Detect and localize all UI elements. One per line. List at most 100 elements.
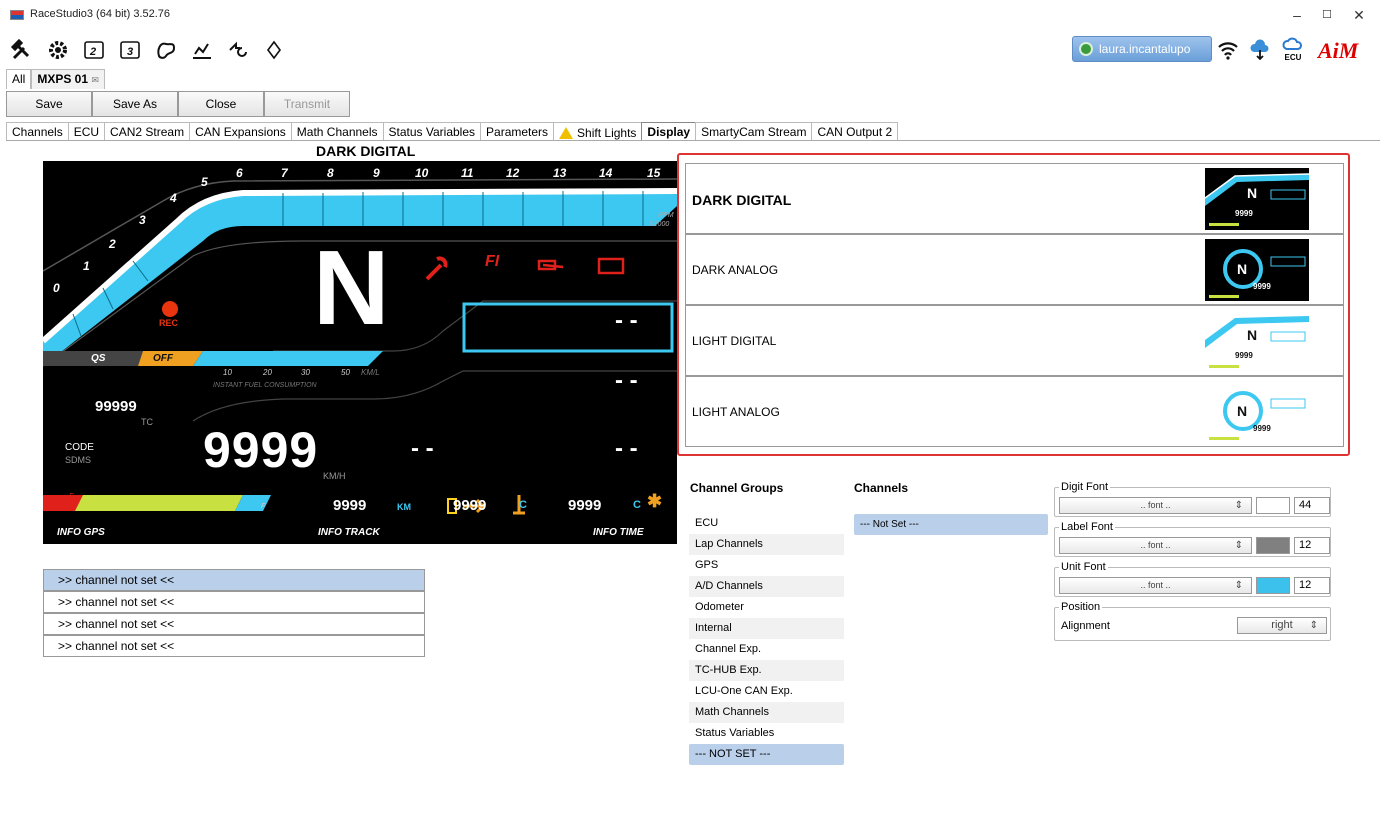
info-track: INFO TRACK <box>318 527 380 538</box>
placeholder-readout: - - <box>615 367 638 394</box>
code-label: CODE <box>65 442 94 453</box>
svg-text:9999: 9999 <box>1253 424 1271 433</box>
group-item[interactable]: Channel Exp. <box>689 639 844 660</box>
theme-light-digital[interactable]: LIGHT DIGITAL N 9999 <box>685 305 1344 376</box>
tab-can-output-2[interactable]: CAN Output 2 <box>811 122 899 140</box>
alignment-label: Alignment <box>1061 620 1110 632</box>
track-icon[interactable] <box>152 36 180 64</box>
user-name: laura.incantalupo <box>1099 42 1191 56</box>
unit-font-label: Unit Font <box>1059 561 1108 573</box>
maximize-button[interactable]: ☐ <box>1312 6 1342 24</box>
save-as-button[interactable]: Save As <box>92 91 178 117</box>
channel-slot[interactable]: >> channel not set << <box>43 591 425 613</box>
temp1-value: 9999 <box>453 497 487 514</box>
group-item[interactable]: A/D Channels <box>689 576 844 597</box>
transmit-button[interactable]: Transmit <box>264 91 350 117</box>
alignment-select[interactable]: right ⇕ <box>1237 617 1327 634</box>
close-button[interactable]: ✕ <box>1344 6 1374 24</box>
temp1-unit: C <box>519 499 527 511</box>
rec-label: REC <box>159 318 179 328</box>
rpm-tick: 3 <box>139 213 146 227</box>
channel-item[interactable]: --- Not Set --- <box>854 514 1048 535</box>
select-arrow-icon: ⇕ <box>1234 500 1243 511</box>
digit-font-label: Digit Font <box>1059 481 1111 493</box>
channels-header: Channels <box>854 481 909 495</box>
alignment-value: right <box>1271 619 1293 631</box>
aim-logo: AiM <box>1318 38 1359 63</box>
unit-font-size[interactable]: 12 <box>1294 577 1330 594</box>
device-3-icon[interactable]: 3 <box>116 36 144 64</box>
label-font-select[interactable]: .. font .. ⇕ <box>1059 537 1252 554</box>
tab-display[interactable]: Display <box>641 122 697 140</box>
rpm-tick: 5 <box>201 175 208 189</box>
theme-light-analog[interactable]: LIGHT ANALOG N 9999 <box>685 376 1344 447</box>
group-item[interactable]: --- NOT SET --- <box>689 744 844 765</box>
digit-font-group: Digit Font .. font .. ⇕ 44 <box>1054 481 1331 517</box>
tab-can-expansions[interactable]: CAN Expansions <box>189 122 292 140</box>
tab-math-channels[interactable]: Math Channels <box>290 122 384 140</box>
rpm-multiplier: X1000 <box>649 221 670 228</box>
fuel-full-label: F <box>261 503 266 510</box>
group-item[interactable]: ECU <box>689 513 844 534</box>
group-item[interactable]: LCU-One CAN Exp. <box>689 681 844 702</box>
select-arrow-icon: ⇕ <box>1234 580 1243 591</box>
user-account-button[interactable]: laura.incantalupo <box>1072 36 1212 62</box>
channel-slot[interactable]: >> channel not set << <box>43 569 425 591</box>
digit-font-select[interactable]: .. font .. ⇕ <box>1059 497 1252 514</box>
cloud-download-icon[interactable] <box>1248 38 1272 62</box>
group-item[interactable]: Odometer <box>689 597 844 618</box>
info-time: INFO TIME <box>593 527 644 538</box>
label-font-size[interactable]: 12 <box>1294 537 1330 554</box>
minimize-button[interactable]: – <box>1282 6 1312 24</box>
svg-text:N: N <box>1247 327 1257 343</box>
group-item[interactable]: Math Channels <box>689 702 844 723</box>
label-font-color[interactable] <box>1256 537 1290 554</box>
fuel-empty-label: E <box>69 493 74 500</box>
group-item[interactable]: TC-HUB Exp. <box>689 660 844 681</box>
channel-slot[interactable]: >> channel not set << <box>43 635 425 657</box>
transfer-icon[interactable] <box>224 36 252 64</box>
navigator-icon[interactable] <box>260 36 288 64</box>
digit-font-size[interactable]: 44 <box>1294 497 1330 514</box>
theme-thumbnail: N 9999 <box>1205 168 1309 230</box>
close-config-button[interactable]: Close <box>178 91 264 117</box>
odometer-unit: KM <box>397 502 411 512</box>
theme-dark-digital[interactable]: DARK DIGITAL N 9999 <box>685 163 1344 234</box>
chart-icon[interactable] <box>188 36 216 64</box>
ecu-cloud-icon[interactable]: ECU <box>1282 36 1304 64</box>
channel-slot[interactable]: >> channel not set << <box>43 613 425 635</box>
tab-shift-lights[interactable]: Shift Lights <box>553 122 643 140</box>
group-item[interactable]: Status Variables <box>689 723 844 744</box>
tab-status-variables[interactable]: Status Variables <box>382 122 482 140</box>
tab-mxps-01[interactable]: MXPS 01 ✉ <box>31 69 105 89</box>
tab-shift-lights-label: Shift Lights <box>577 126 637 140</box>
fuel-tick: 20 <box>263 368 272 377</box>
rpm-tick: 12 <box>506 166 520 180</box>
group-item[interactable]: Internal <box>689 618 844 639</box>
theme-thumbnail: N 9999 <box>1205 239 1309 301</box>
tab-can2-stream[interactable]: CAN2 Stream <box>104 122 191 140</box>
channel-groups-list: ECU Lap Channels GPS A/D Channels Odomet… <box>689 513 844 765</box>
device-2-icon[interactable]: 2 <box>80 36 108 64</box>
tab-channels[interactable]: Channels <box>6 122 69 140</box>
unit-font-group: Unit Font .. font .. ⇕ 12 <box>1054 561 1331 597</box>
wrench-icon[interactable] <box>8 36 36 64</box>
tab-smartycam-stream[interactable]: SmartyCam Stream <box>695 122 813 140</box>
tab-all[interactable]: All <box>6 69 32 89</box>
unit-font-color[interactable] <box>1256 577 1290 594</box>
group-item[interactable]: Lap Channels <box>689 534 844 555</box>
close-tab-icon[interactable]: ✉ <box>91 75 99 85</box>
unit-font-select[interactable]: .. font .. ⇕ <box>1059 577 1252 594</box>
digit-font-color[interactable] <box>1256 497 1290 514</box>
rpm-tick: 14 <box>599 166 613 180</box>
tab-parameters[interactable]: Parameters <box>480 122 555 140</box>
theme-name: DARK DIGITAL <box>692 192 792 208</box>
group-item[interactable]: GPS <box>689 555 844 576</box>
gear-icon[interactable] <box>44 36 72 64</box>
tab-ecu[interactable]: ECU <box>67 122 106 140</box>
label-font-value: .. font .. <box>1140 540 1171 550</box>
theme-dark-analog[interactable]: DARK ANALOG N 9999 <box>685 234 1344 305</box>
info-gps: INFO GPS <box>57 527 105 538</box>
wifi-icon[interactable] <box>1216 38 1240 62</box>
save-button[interactable]: Save <box>6 91 92 117</box>
